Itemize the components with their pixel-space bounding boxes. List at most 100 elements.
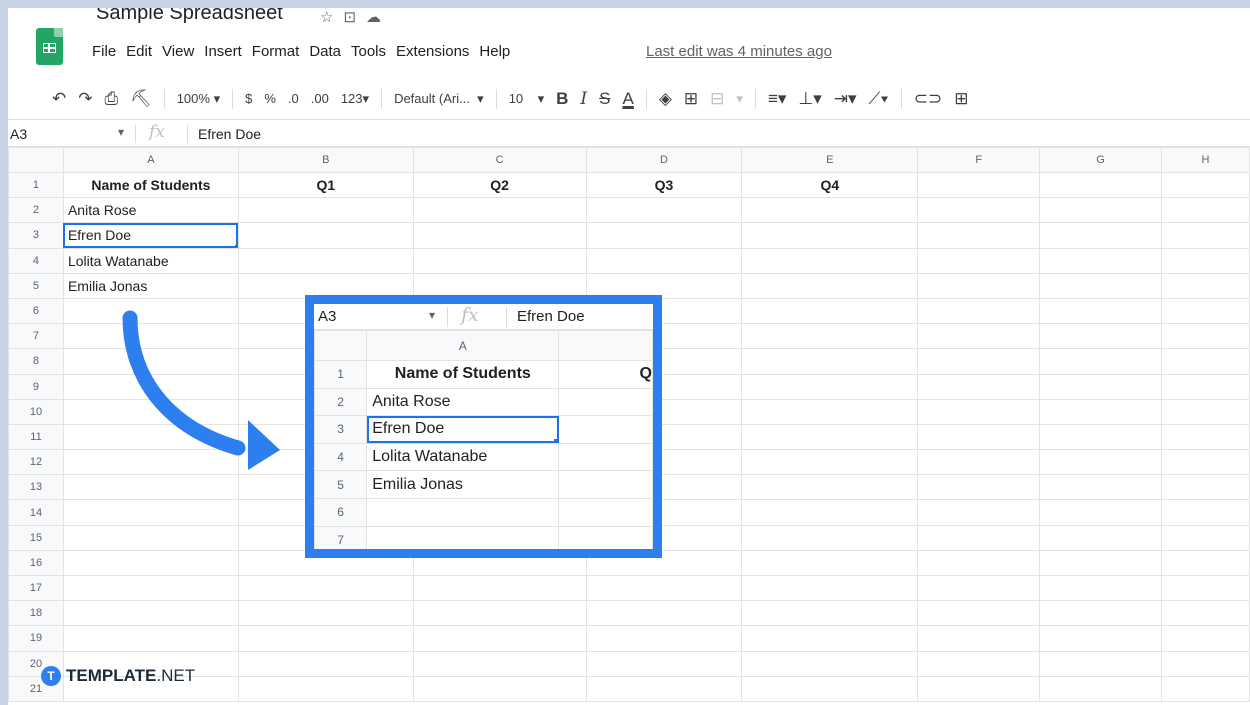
cell-f11[interactable] (917, 423, 1041, 451)
cell-g7[interactable] (1039, 323, 1162, 350)
row-header[interactable]: 5 (8, 272, 64, 299)
cell-g18[interactable] (1039, 600, 1162, 627)
cell-f16[interactable] (917, 549, 1041, 577)
cell-e3[interactable] (741, 222, 919, 249)
cell-a2[interactable]: Anita Rose (62, 197, 239, 224)
cell-a19[interactable] (62, 625, 239, 652)
cell-f7[interactable] (917, 323, 1041, 350)
row-header[interactable]: 3 (8, 222, 64, 249)
decrease-decimal-button[interactable]: .0 (288, 91, 299, 106)
cell-f13[interactable] (917, 474, 1041, 501)
menu-help[interactable]: Help (479, 43, 510, 60)
cell-a5[interactable]: Emilia Jonas (62, 272, 239, 299)
cell-e12[interactable] (741, 449, 919, 476)
cell-f10[interactable] (917, 398, 1041, 425)
name-box[interactable]: A3 (10, 126, 27, 142)
cell-f21[interactable] (917, 675, 1041, 702)
cell-e18[interactable] (741, 600, 919, 627)
cell-h3[interactable] (1161, 222, 1250, 249)
cell-a17[interactable] (62, 574, 239, 602)
cell-a16[interactable] (62, 549, 239, 577)
row-header[interactable]: 7 (8, 323, 64, 350)
cell-c1[interactable]: Q2 (412, 171, 587, 199)
row-header[interactable]: 18 (8, 600, 64, 627)
cell-f18[interactable] (917, 600, 1041, 627)
cell-d17[interactable] (585, 574, 743, 602)
column-header-c[interactable]: C (412, 147, 587, 173)
cell-c3[interactable] (412, 222, 587, 249)
text-color-button[interactable]: A (622, 89, 633, 109)
cell-e1[interactable]: Q4 (741, 171, 919, 199)
cell-g2[interactable] (1039, 197, 1162, 224)
column-header-b[interactable]: B (237, 147, 414, 173)
cell-h1[interactable] (1161, 171, 1250, 199)
row-header[interactable]: 8 (8, 348, 64, 375)
last-edit-link[interactable]: Last edit was 4 minutes ago (646, 43, 832, 60)
column-header-e[interactable]: E (741, 147, 919, 173)
cell-h11[interactable] (1161, 423, 1250, 451)
cell-g5[interactable] (1039, 272, 1162, 299)
cell-a13[interactable] (62, 474, 239, 501)
zoom-select[interactable]: 100% ▾ (177, 91, 220, 107)
cell-e17[interactable] (741, 574, 919, 602)
cell-g13[interactable] (1039, 474, 1162, 501)
cell-d20[interactable] (585, 650, 743, 677)
cell-b4[interactable] (237, 247, 414, 274)
document-title[interactable]: Sample Spreadsheet (96, 8, 283, 25)
cell-b17[interactable] (237, 574, 414, 602)
row-header[interactable]: 15 (8, 524, 64, 551)
cell-e13[interactable] (741, 474, 919, 501)
cell-h15[interactable] (1161, 524, 1250, 551)
cell-f8[interactable] (917, 348, 1041, 375)
cell-h12[interactable] (1161, 449, 1250, 476)
cell-h18[interactable] (1161, 600, 1250, 627)
cell-f1[interactable] (917, 171, 1041, 199)
cell-f6[interactable] (917, 297, 1041, 325)
cell-c21[interactable] (412, 675, 587, 702)
cell-e4[interactable] (741, 247, 919, 274)
menu-format[interactable]: Format (252, 43, 300, 60)
cell-d18[interactable] (585, 600, 743, 627)
menu-data[interactable]: Data (309, 43, 341, 60)
cell-e21[interactable] (741, 675, 919, 702)
print-icon[interactable]: ⎙ (105, 89, 119, 109)
cell-g20[interactable] (1039, 650, 1162, 677)
formula-input[interactable]: Efren Doe (198, 126, 261, 142)
merge-cells-icon[interactable]: ⊟ (710, 89, 724, 109)
menu-extensions[interactable]: Extensions (396, 43, 469, 60)
row-header[interactable]: 2 (8, 197, 64, 224)
cell-a3[interactable]: Efren Doe (62, 222, 239, 249)
cell-d1[interactable]: Q3 (585, 171, 743, 199)
cell-c17[interactable] (412, 574, 587, 602)
fill-color-icon[interactable]: ◈ (659, 89, 672, 109)
star-icon[interactable]: ☆ (320, 9, 343, 26)
menu-view[interactable]: View (162, 43, 194, 60)
cell-g15[interactable] (1039, 524, 1162, 551)
cell-c2[interactable] (412, 197, 587, 224)
bold-button[interactable]: B (556, 89, 568, 109)
paint-format-icon[interactable]: ⛏ (130, 89, 152, 109)
insert-comment-icon[interactable]: ⊞ (954, 89, 968, 109)
cell-e16[interactable] (741, 549, 919, 577)
row-header[interactable]: 12 (8, 449, 64, 476)
column-header-f[interactable]: F (917, 147, 1041, 173)
cell-e7[interactable] (741, 323, 919, 350)
menu-insert[interactable]: Insert (204, 43, 242, 60)
more-formats-button[interactable]: 123 ▾ (341, 91, 369, 107)
row-header[interactable]: 4 (8, 247, 64, 274)
cell-h9[interactable] (1161, 373, 1250, 400)
menu-edit[interactable]: Edit (126, 43, 152, 60)
insert-link-icon[interactable]: ⊂⊃ (914, 89, 943, 109)
cell-e10[interactable] (741, 398, 919, 425)
select-all-corner[interactable] (8, 147, 64, 173)
cell-b21[interactable] (237, 675, 414, 702)
cell-h6[interactable] (1161, 297, 1250, 325)
cell-h17[interactable] (1161, 574, 1250, 602)
sheets-logo-icon[interactable] (36, 28, 63, 65)
strikethrough-button[interactable]: S (599, 89, 610, 109)
cell-d4[interactable] (585, 247, 743, 274)
cell-g1[interactable] (1039, 171, 1162, 199)
font-select[interactable]: Default (Ari... ▾ (394, 91, 484, 107)
cell-a14[interactable] (62, 499, 239, 526)
cell-e15[interactable] (741, 524, 919, 551)
